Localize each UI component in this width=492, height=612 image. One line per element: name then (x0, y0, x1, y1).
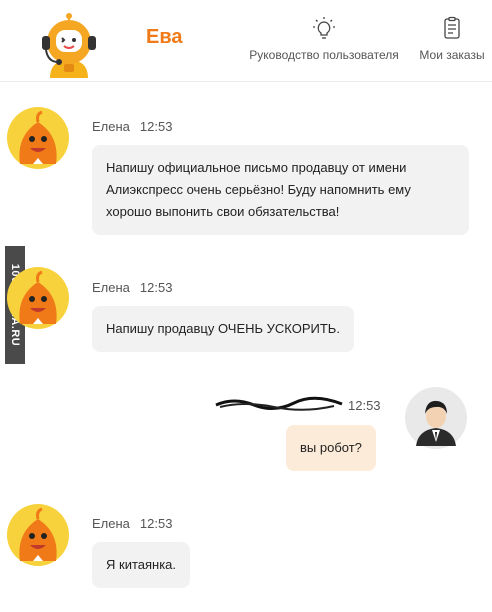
message-time: 12:53 (139, 119, 173, 134)
message-line: Алиэкспресс очень серьёзно! Буду напомни… (106, 182, 411, 197)
bot-name: Ева (146, 26, 183, 48)
message-bubble: Напишу продавцу ОЧЕНЬ УСКОРИТЬ. (92, 306, 354, 352)
sender-name: Елена (92, 119, 130, 134)
lightbulb-icon (313, 17, 335, 39)
clipboard-list-icon (444, 16, 460, 39)
user-avatar (405, 387, 467, 449)
redacted-name-scribble (215, 396, 343, 411)
own-message-bubble: вы робот? (286, 425, 376, 471)
message-bubble: Я китаянка. (92, 542, 191, 588)
message-time: 12:53 (139, 280, 173, 295)
chat-header: Ева Руководство пользователя Мои заказы (0, 0, 492, 82)
message-text: Напишу продавцу ОЧЕНЬ УСКОРИТЬ. (106, 321, 340, 336)
message-time: 12:53 (139, 516, 173, 531)
agent-avatar (7, 504, 69, 566)
own-message-time: 12:53 (348, 398, 381, 413)
my-orders-label: Мои заказы (419, 48, 485, 62)
message-bubble: Напишу официальное письмо продавцу от им… (92, 145, 469, 235)
user-guide-label: Руководство пользователя (249, 48, 399, 62)
robot-mascot-icon (42, 13, 96, 78)
message-text: вы робот? (300, 440, 362, 455)
message-meta: Елена 12:53 (92, 280, 172, 295)
sender-name: Елена (92, 280, 130, 295)
user-guide-link[interactable]: Руководство пользователя (244, 16, 404, 62)
message-meta: Елена 12:53 (92, 516, 172, 531)
agent-avatar (7, 107, 69, 169)
message-meta: Елена 12:53 (92, 119, 172, 134)
message-text: Я китаянка. (106, 557, 177, 572)
message-line: хорошо выпонить свои обязательства! (106, 204, 340, 219)
agent-avatar (7, 267, 69, 329)
message-line: Напишу официальное письмо продавцу от им… (106, 160, 407, 175)
my-orders-link[interactable]: Мои заказы (414, 16, 490, 62)
sender-name: Елена (92, 516, 130, 531)
